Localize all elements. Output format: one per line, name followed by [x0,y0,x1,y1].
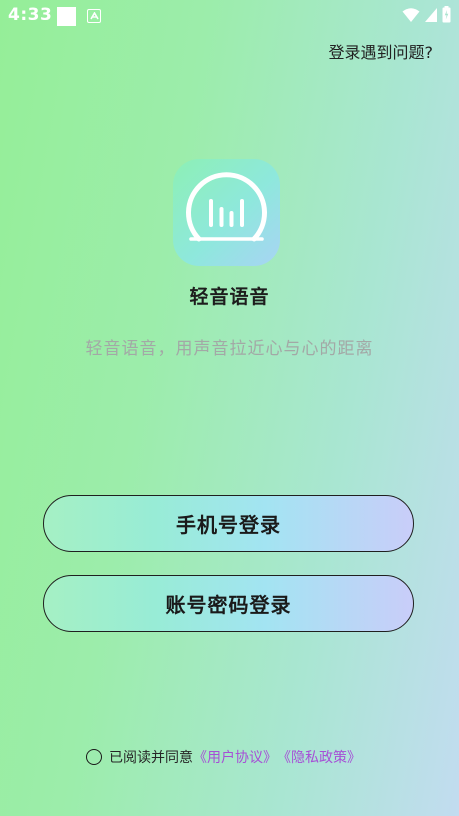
login-help-link[interactable]: 登录遇到问题? [329,39,434,63]
phone-login-button[interactable]: 手机号登录 [43,495,414,552]
status-time: 4:33 [8,5,53,25]
account-password-login-button[interactable]: 账号密码登录 [43,575,414,632]
user-agreement-link[interactable]: 《用户协议》 [193,747,277,767]
status-icons [402,6,451,23]
app-name: 轻音语音 [189,286,270,308]
status-bar: 4:33 [0,0,459,32]
agreement-row: 已阅读并同意 《用户协议》 《隐私政策》 [86,747,361,767]
agreement-prefix: 已阅读并同意 [109,750,193,766]
agreement-checkbox[interactable] [86,749,102,765]
sound-wave-logo-icon [186,172,267,242]
notification-square-icon [57,7,76,26]
signal-icon [425,7,437,22]
wifi-icon [402,7,420,22]
battery-icon [442,6,451,23]
app-slogan: 轻音语音，用声音拉近心与心的距离 [85,339,374,359]
privacy-policy-link[interactable]: 《隐私政策》 [277,747,361,767]
app-logo [173,159,280,266]
android-icon [87,9,101,23]
